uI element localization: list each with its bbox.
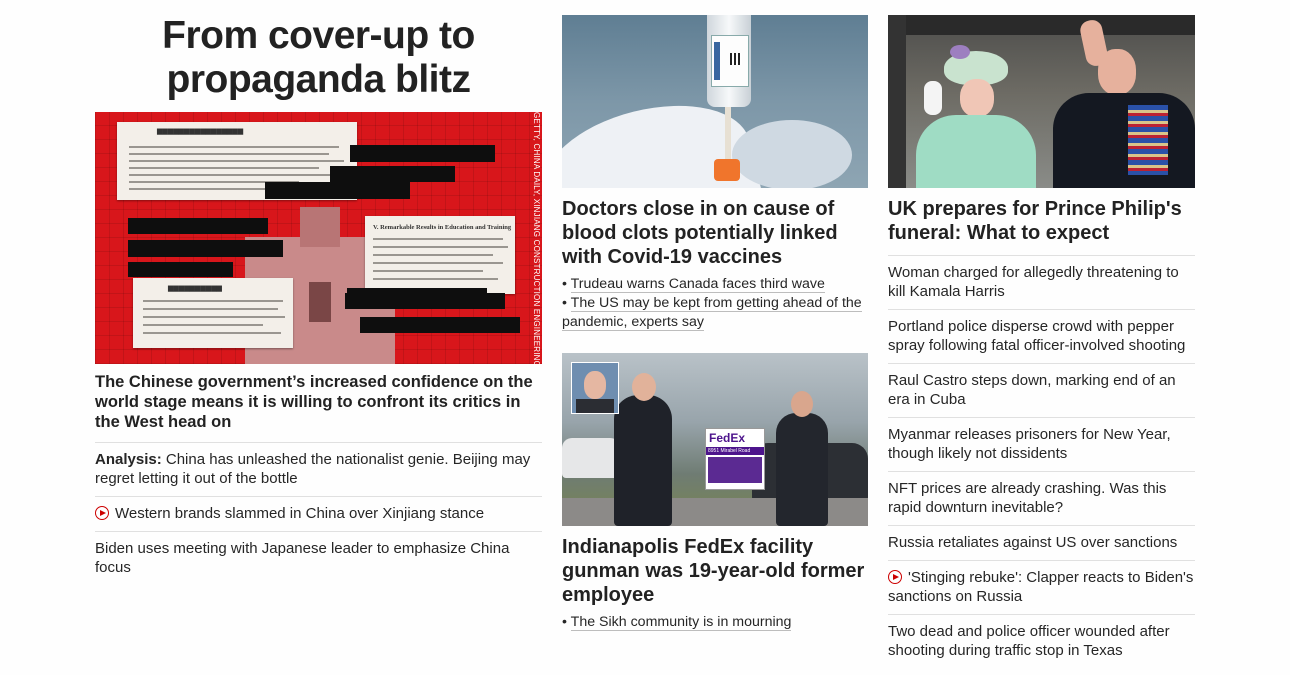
list-item-text: Russia retaliates against US over sancti… [888,534,1178,551]
vaccine-related-links: • Trudeau warns Canada faces third wave … [562,275,868,332]
list-item-text: Woman charged for allegedly threatening … [888,264,1179,300]
window-frame-vertical [888,15,906,188]
related-link-text[interactable]: The US may be kept from getting ahead of… [562,295,862,331]
queen-glove [924,81,942,115]
right-column: UK prepares for Prince Philip's funeral:… [888,0,1195,668]
redaction-bar [128,218,268,234]
parked-car-graphic [562,438,622,478]
redaction-bar [360,317,520,333]
related-link[interactable]: • The Sikh community is in mourning [562,613,868,632]
right-headline-list: Woman charged for allegedly threatening … [888,255,1195,668]
list-item[interactable]: Myanmar releases prisoners for New Year,… [888,417,1195,471]
hero-building-tower [300,207,340,247]
list-item-text: NFT prices are already crashing. Was thi… [888,480,1167,516]
banner-line-2: propaganda blitz [166,58,472,101]
suspect-photo-inset [571,362,619,414]
lead-related-list: Analysis: China has unleashed the nation… [95,442,542,585]
related-link-text[interactable]: Trudeau warns Canada faces third wave [570,276,825,293]
list-item[interactable]: Biden uses meeting with Japanese leader … [95,531,542,585]
hat-feather [950,45,970,59]
redaction-bar [265,182,410,199]
lead-banner-headline[interactable]: From cover-up to propaganda blitz [95,14,542,102]
list-item[interactable]: Portland police disperse crowd with pepp… [888,309,1195,363]
fedex-story-image[interactable]: FedEx 8951 Mirabel Road [562,353,868,526]
list-item[interactable]: NFT prices are already crashing. Was thi… [888,471,1195,525]
police-officer-right [776,413,828,526]
police-officer-left [614,395,672,526]
syringe-graphic [725,107,731,162]
fedex-logo: FedEx [706,429,764,447]
list-item-text: 'Stinging rebuke': Clapper reacts to Bid… [888,569,1194,605]
fedex-story-headline[interactable]: Indianapolis FedEx facility gunman was 1… [562,535,868,607]
queen-coat [916,115,1036,188]
list-item-text: Raul Castro steps down, marking end of a… [888,372,1176,408]
list-item[interactable]: Analysis: China has unleashed the nation… [95,442,542,496]
document-scrap-bottom: ▆▆▆▆▆▆▆▆▆▆ [133,278,293,348]
window-frame [888,15,1195,35]
suspect-face [584,371,606,399]
play-video-icon [95,506,109,520]
list-item[interactable]: Russia retaliates against US over sancti… [888,525,1195,560]
sign-panel [708,457,762,483]
redaction-bar [128,240,283,257]
royal-story-headline[interactable]: UK prepares for Prince Philip's funeral:… [888,197,1195,245]
prince-medals [1128,105,1168,175]
list-item[interactable]: Two dead and police officer wounded afte… [888,614,1195,668]
image-credit: GETTY, CHINA DAILY, XINJIANG CONSTRUCTIO… [532,112,541,364]
lead-story-headline[interactable]: The Chinese government’s increased confi… [95,372,542,432]
royal-story-image[interactable] [888,15,1195,188]
list-item-text: Myanmar releases prisoners for New Year,… [888,426,1171,462]
document-scrap-right: V. Remarkable Results in Education and T… [365,216,515,294]
banner-line-1: From cover-up to [162,14,475,57]
redaction-bar [330,166,455,182]
list-item-text: Western brands slammed in China over Xin… [115,505,485,522]
lead-story-column: From cover-up to propaganda blitz ▆▆▆▆▆▆… [95,0,542,585]
redaction-bar [345,293,505,309]
fedex-related-links: • The Sikh community is in mourning [562,613,868,632]
syringe-plunger [714,159,740,181]
officer-head-left [632,373,656,401]
middle-column: Doctors close in on cause of blood clots… [562,0,868,632]
redaction-bar [128,262,233,277]
list-item[interactable]: 'Stinging rebuke': Clapper reacts to Bid… [888,560,1195,614]
vaccine-story-headline[interactable]: Doctors close in on cause of blood clots… [562,197,868,269]
play-video-icon [888,570,902,584]
list-item-text: Two dead and police officer wounded afte… [888,623,1170,659]
list-item-text: Biden uses meeting with Japanese leader … [95,540,510,576]
queen-face [960,79,994,117]
vial-label-stripe [714,42,720,80]
prince-uniform [1053,93,1195,188]
list-item[interactable]: Raul Castro steps down, marking end of a… [888,363,1195,417]
list-item[interactable]: Woman charged for allegedly threatening … [888,255,1195,309]
document-heading: V. Remarkable Results in Education and T… [373,224,512,231]
list-item-text: Portland police disperse crowd with pepp… [888,318,1186,354]
fedex-logo-text: FedEx [709,431,746,445]
suspect-shirt [576,399,614,413]
sign-address: 8951 Mirabel Road [706,447,764,455]
glove-shadow [732,120,852,188]
related-link[interactable]: • Trudeau warns Canada faces third wave [562,275,868,294]
vial-qr [730,53,742,65]
lead-story-image[interactable]: ▆▆▆▆▆▆▆▆▆▆▆▆▆▆▆▆ V. Remarkable Results i… [95,112,542,364]
hero-building-window [309,282,331,322]
list-item[interactable]: Western brands slammed in China over Xin… [95,496,542,531]
redaction-bar [350,145,495,162]
officer-head-right [791,391,813,417]
vaccine-story-image[interactable] [562,15,868,188]
analysis-label: Analysis: [95,451,162,468]
related-link[interactable]: • The US may be kept from getting ahead … [562,294,868,332]
fedex-sign: FedEx 8951 Mirabel Road [705,428,765,490]
related-link-text[interactable]: The Sikh community is in mourning [570,614,792,631]
